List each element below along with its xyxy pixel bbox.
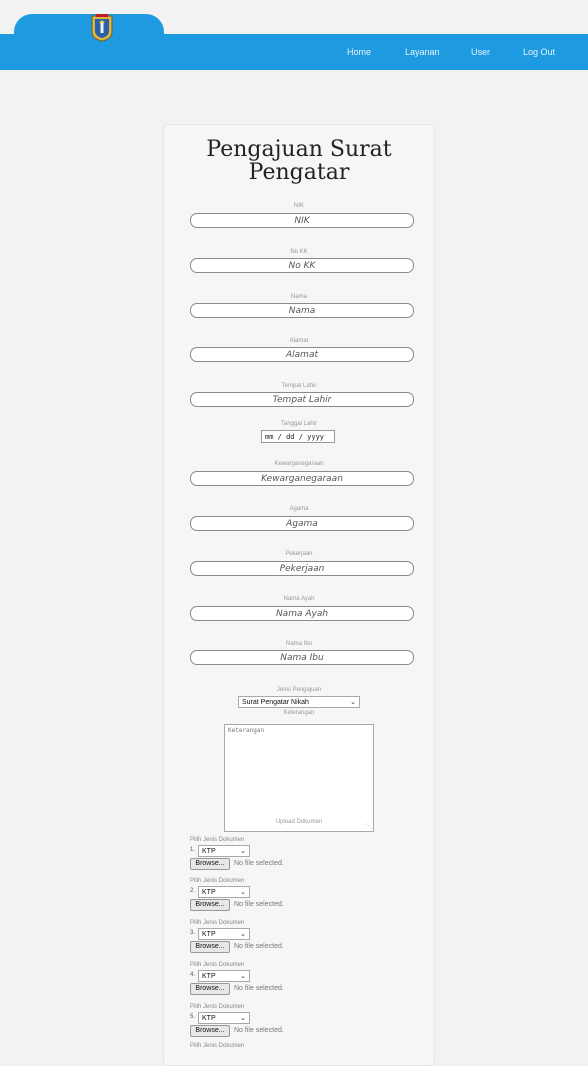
browse-button[interactable]: Browse... <box>190 899 230 911</box>
file-status: No file selected. <box>234 943 284 950</box>
doc-type-label: Pilih Jenis Dokumen <box>190 962 245 968</box>
doc-number: 2. <box>190 888 196 894</box>
alamat-label: Alamat <box>289 338 309 344</box>
chevron-down-icon: ⌄ <box>240 1015 246 1022</box>
top-strip <box>0 0 588 12</box>
file-status: No file selected. <box>234 860 284 867</box>
nav-layanan[interactable]: Layanan <box>405 47 440 57</box>
chevron-down-icon: ⌄ <box>240 889 246 896</box>
agama-label: Agama <box>289 506 309 512</box>
nama-ibu-label: Nama Ibu <box>285 641 312 647</box>
doc-type-select[interactable]: KTP ⌄ <box>198 970 250 982</box>
pekerjaan-label: Pekerjaan <box>285 551 313 557</box>
kewarganegaraan-label: Kewarganegaraan <box>274 461 324 467</box>
chevron-down-icon: ⌄ <box>240 848 246 855</box>
form-card: Pengajuan Surat Pengatar NIK NIK No KK N… <box>163 124 435 1066</box>
doc-number: 5. <box>190 1014 196 1020</box>
doc-type-label: Pilih Jenis Dokumen <box>190 837 245 843</box>
browse-button[interactable]: Browse... <box>190 941 230 953</box>
alamat-input[interactable]: Alamat <box>190 347 414 362</box>
file-status: No file selected. <box>234 985 284 992</box>
doc-number: 1. <box>190 847 196 853</box>
doc-number: 3. <box>190 930 196 936</box>
doc-type-label: Pilih Jenis Dokumen <box>190 920 245 926</box>
nav-user[interactable]: User <box>471 47 490 57</box>
kewarganegaraan-input[interactable]: Kewarganegaraan <box>190 471 414 486</box>
nama-ayah-input[interactable]: Nama Ayah <box>190 606 414 621</box>
file-status: No file selected. <box>234 1027 284 1034</box>
doc-type-select[interactable]: KTP ⌄ <box>198 928 250 940</box>
jenis-pengajuan-label: Jenis Pengajuan <box>276 687 322 693</box>
doc-type-select[interactable]: KTP ⌄ <box>198 886 250 898</box>
pekerjaan-input[interactable]: Pekerjaan <box>190 561 414 576</box>
upload-dokumen-label: Upload Dokumen <box>275 819 323 825</box>
tanggal-lahir-input[interactable]: mm / dd / yyyy <box>261 430 335 443</box>
nik-label: NIK <box>293 203 304 209</box>
agama-input[interactable]: Agama <box>190 516 414 531</box>
chevron-down-icon: ⌄ <box>350 699 356 706</box>
browse-button[interactable]: Browse... <box>190 858 230 870</box>
tempat-lahir-input[interactable]: Tempat Lahir <box>190 392 414 407</box>
doc-type-label: Pilih Jenis Dokumen <box>190 1043 245 1049</box>
keterangan-label: Keterangan <box>283 710 315 716</box>
nama-input[interactable]: Nama <box>190 303 414 318</box>
doc-number: 4. <box>190 972 196 978</box>
doc-type-label: Pilih Jenis Dokumen <box>190 878 245 884</box>
nav-home[interactable]: Home <box>347 47 371 57</box>
doc-type-label: Pilih Jenis Dokumen <box>190 1004 245 1010</box>
nama-ayah-label: Nama Ayah <box>283 596 315 602</box>
tanggal-lahir-label: Tanggal Lahir <box>280 421 318 427</box>
jakarta-crest-icon[interactable] <box>90 14 114 42</box>
nama-ibu-input[interactable]: Nama Ibu <box>190 650 414 665</box>
browse-button[interactable]: Browse... <box>190 983 230 995</box>
chevron-down-icon: ⌄ <box>240 973 246 980</box>
chevron-down-icon: ⌄ <box>240 931 246 938</box>
page-title: Pengajuan Surat Pengatar <box>206 137 392 185</box>
nokk-input[interactable]: No KK <box>190 258 414 273</box>
header-tab <box>14 14 164 36</box>
nokk-label: No KK <box>290 249 308 255</box>
keterangan-textarea[interactable]: Keterangan ⋱ <box>224 724 374 832</box>
navbar <box>0 34 588 70</box>
browse-button[interactable]: Browse... <box>190 1025 230 1037</box>
nav-logout[interactable]: Log Out <box>523 47 555 57</box>
jenis-pengajuan-select[interactable]: Surat Pengatar Nikah ⌄ <box>238 696 360 708</box>
doc-type-select[interactable]: KTP ⌄ <box>198 845 250 857</box>
tempat-lahir-label: Tempat Lahir <box>281 383 317 389</box>
nik-input[interactable]: NIK <box>190 213 414 228</box>
nama-label: Nama <box>290 294 307 300</box>
file-status: No file selected. <box>234 901 284 908</box>
doc-type-select[interactable]: KTP ⌄ <box>198 1012 250 1024</box>
